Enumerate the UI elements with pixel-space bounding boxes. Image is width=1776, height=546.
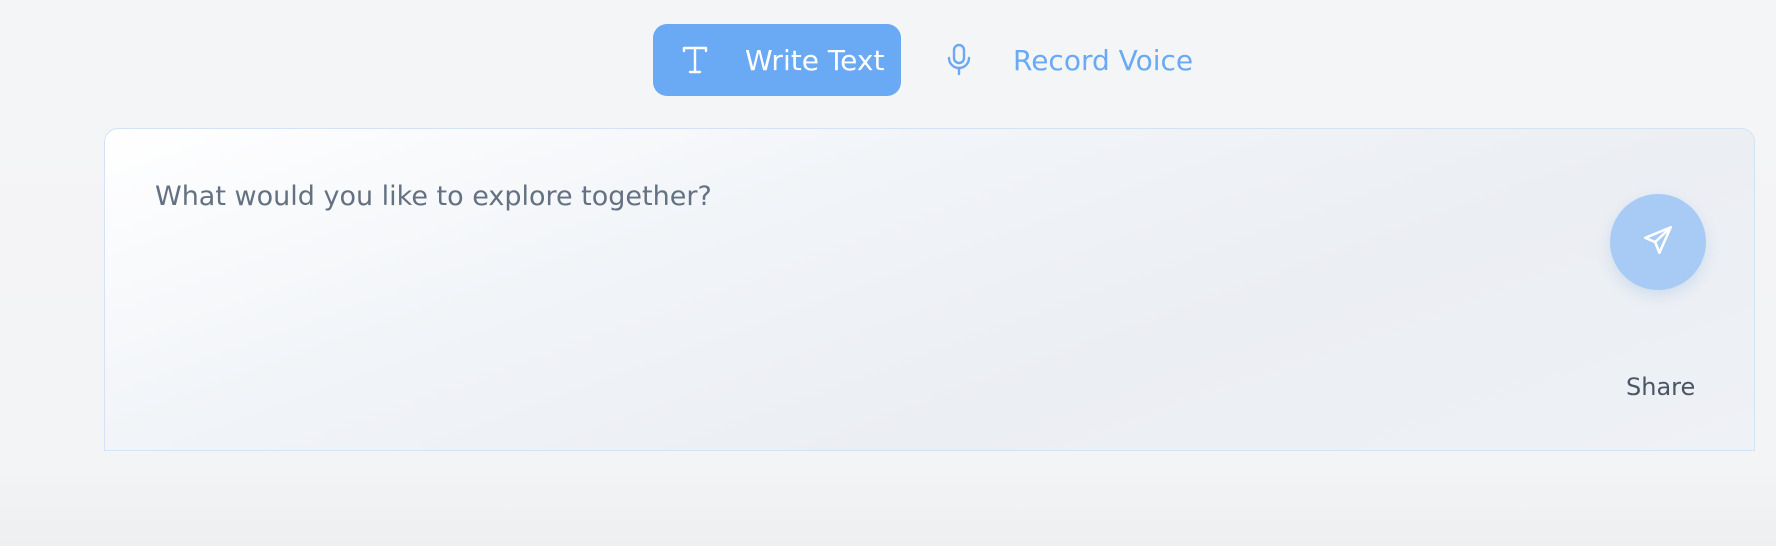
write-text-label: Write Text	[745, 43, 885, 77]
share-link[interactable]: Share	[1626, 373, 1695, 401]
record-voice-label: Record Voice	[1013, 43, 1194, 77]
text-t-icon	[679, 42, 711, 78]
send-button[interactable]	[1610, 194, 1706, 290]
prompt-input[interactable]	[155, 181, 1555, 212]
record-voice-button[interactable]: Record Voice	[935, 24, 1193, 96]
write-text-button[interactable]: Write Text	[653, 24, 901, 96]
send-paper-plane-icon	[1641, 223, 1675, 261]
microphone-icon	[943, 42, 975, 78]
composer-card: Share	[104, 128, 1755, 451]
input-mode-toggle: Write Text Record Voice	[653, 24, 1193, 96]
